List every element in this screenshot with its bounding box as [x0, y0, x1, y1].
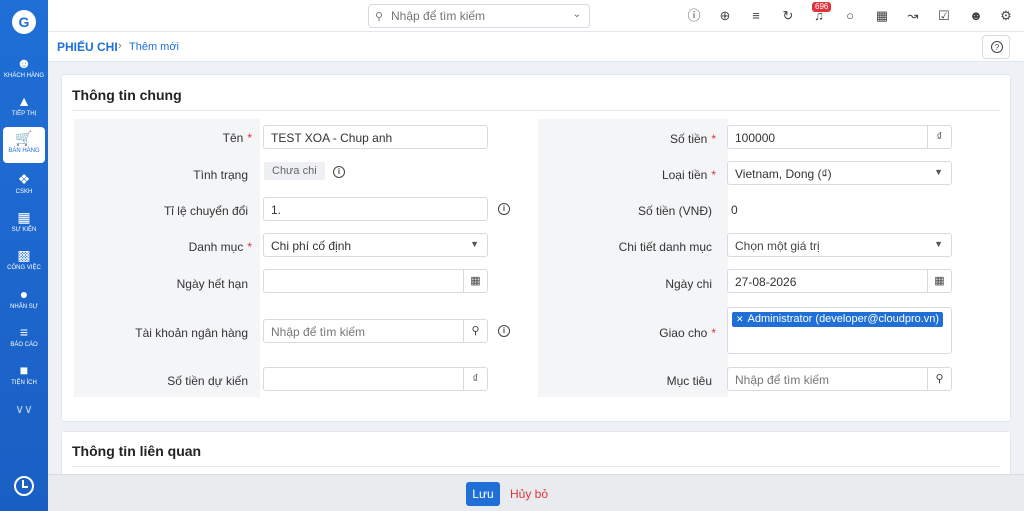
search-icon[interactable]: ⚲: [927, 368, 951, 390]
expiry-label: Ngày hết hạn: [176, 277, 248, 291]
trend-icon[interactable]: ↝: [905, 8, 921, 24]
category-detail-label: Chi tiết danh mục: [618, 240, 712, 254]
briefcase-icon: ▩: [17, 247, 31, 263]
search-icon[interactable]: ⚲: [463, 320, 487, 342]
clock-icon[interactable]: [14, 476, 34, 496]
calendar-icon[interactable]: ▦: [463, 270, 487, 292]
currency-addon: ₫: [927, 126, 951, 148]
target-search-field[interactable]: Nhập để tìm kiếm ⚲: [727, 367, 952, 391]
sidebar-item-customers[interactable]: ☻ KHÁCH HÀNG: [3, 52, 45, 88]
global-search[interactable]: ⚲ ⌄: [368, 4, 590, 28]
info-icon[interactable]: i: [498, 203, 510, 215]
refresh-icon[interactable]: ↻: [780, 8, 796, 24]
global-search-input[interactable]: [391, 8, 561, 24]
category-label: Danh mục *: [188, 240, 252, 254]
chevron-down-icon: ▼: [934, 239, 943, 249]
chevrons-down-icon[interactable]: ∨∨: [14, 402, 34, 418]
sidebar-item-utilities[interactable]: ■ TIỆN ÍCH: [3, 359, 45, 395]
assignee-tag[interactable]: ✕ Administrator (developer@cloudpro.vn): [732, 312, 944, 327]
amount-vnd-label: Số tiền (VNĐ): [637, 204, 712, 218]
calendar-icon[interactable]: ▦: [874, 8, 890, 24]
category-detail-select[interactable]: Chọn một giá trị ▼: [727, 233, 952, 257]
breadcrumb-current: Thêm mới: [129, 41, 179, 53]
assignee-field[interactable]: ✕ Administrator (developer@cloudpro.vn): [727, 307, 952, 354]
cart-icon: 🛒: [15, 130, 33, 146]
form-footer: Lưu Hủy bỏ: [48, 474, 1024, 511]
user-icon[interactable]: ☻: [968, 8, 984, 24]
status-badge: Chưa chi: [264, 162, 325, 180]
currency-addon: ₫: [463, 368, 487, 390]
help-icon: ?: [991, 41, 1003, 53]
sidebar-item-hr[interactable]: ● NHÂN SỰ: [3, 283, 45, 319]
help-button[interactable]: ?: [982, 35, 1010, 59]
sidebar-item-events[interactable]: ▦ SỰ KIỆN: [3, 206, 45, 242]
info-icon[interactable]: i: [498, 325, 510, 337]
chat-icon[interactable]: ○: [842, 8, 858, 24]
calendar-icon[interactable]: ▦: [927, 270, 951, 292]
gear-icon[interactable]: ⚙: [998, 8, 1014, 24]
calendar-icon: ▦: [17, 209, 31, 225]
currency-type-select[interactable]: Vietnam, Dong (₫) ▼: [727, 161, 952, 185]
currency-type-label: Loại tiền *: [661, 168, 716, 182]
section-title: Thông tin liên quan: [72, 443, 202, 459]
divider: [72, 110, 1000, 111]
add-icon[interactable]: ⊕: [717, 8, 733, 24]
sidebar-item-reports[interactable]: ≡ BÁO CÁO: [3, 321, 45, 357]
breadcrumb: PHIẾU CHI › Thêm mới ?: [48, 32, 1024, 62]
checkbox-icon[interactable]: ☑: [936, 8, 952, 24]
chevron-down-icon[interactable]: ⌄: [573, 9, 581, 20]
pay-date-label: Ngày chi: [665, 277, 712, 291]
notification-badge: 696: [812, 2, 832, 12]
cancel-button[interactable]: Hủy bỏ: [510, 482, 548, 506]
amount-label: Số tiền *: [669, 132, 716, 146]
alert-icon[interactable]: ⓘ: [686, 8, 702, 24]
topbar: ⚲ ⌄ ⓘ ⊕ ≡ ↻ ♫ 696 ○ ▦ ↝ ☑ ☻ ⚙: [48, 0, 1024, 32]
label-column: [74, 119, 260, 397]
pay-date-field[interactable]: 27-08-2026 ▦: [727, 269, 952, 293]
bank-search-field[interactable]: Nhập để tìm kiếm ⚲: [263, 319, 488, 343]
label-column: [538, 119, 728, 397]
sidebar-item-marketing[interactable]: ▲ TIẾP THỊ: [3, 90, 45, 126]
divider: [72, 466, 1000, 467]
amount-vnd-value: 0: [731, 203, 738, 217]
estimated-label: Số tiền dự kiến: [167, 374, 248, 388]
bank-label: Tài khoản ngân hàng: [135, 326, 248, 340]
info-icon[interactable]: i: [333, 166, 345, 178]
name-label: Tên *: [222, 131, 252, 145]
sidebar: G ☻ KHÁCH HÀNG ▲ TIẾP THỊ 🛒 BÁN HÀNG ❖ C…: [0, 0, 48, 511]
chevron-right-icon: ›: [118, 40, 122, 52]
lifebuoy-icon: ❖: [17, 171, 31, 187]
breadcrumb-module[interactable]: PHIẾU CHI: [57, 40, 118, 54]
sidebar-item-tasks[interactable]: ▩ CÔNG VIỆC: [3, 244, 45, 280]
assignee-label: Giao cho *: [659, 326, 716, 340]
search-icon: ⚲: [375, 11, 384, 23]
name-field[interactable]: TEST XOA - Chup anh: [263, 125, 488, 149]
rate-field[interactable]: 1.: [263, 197, 488, 221]
remove-icon[interactable]: ✕: [736, 314, 744, 324]
expiry-date-field[interactable]: ▦: [263, 269, 488, 293]
brand-logo-icon[interactable]: G: [12, 10, 36, 34]
chevron-down-icon: ▼: [470, 239, 479, 249]
section-title: Thông tin chung: [72, 87, 182, 103]
users-icon: ☻: [16, 55, 32, 71]
rate-label: Tỉ lệ chuyển đổi: [163, 204, 248, 218]
list-icon[interactable]: ≡: [748, 8, 764, 24]
amount-field[interactable]: 100000 ₫: [727, 125, 952, 149]
sidebar-item-support[interactable]: ❖ CSKH: [3, 168, 45, 204]
sidebar-item-sales[interactable]: 🛒 BÁN HÀNG: [3, 127, 45, 163]
save-button[interactable]: Lưu: [466, 482, 500, 506]
status-label: Tình trạng: [193, 168, 248, 182]
category-select[interactable]: Chi phí cố định ▼: [263, 233, 488, 257]
megaphone-icon: ▲: [17, 93, 31, 109]
chevron-down-icon: ▼: [934, 167, 943, 177]
box-icon: ■: [19, 362, 29, 378]
estimated-amount-field[interactable]: ₫: [263, 367, 488, 391]
person-icon: ●: [19, 286, 29, 302]
target-label: Mục tiêu: [666, 374, 712, 388]
chart-icon: ≡: [19, 324, 29, 340]
